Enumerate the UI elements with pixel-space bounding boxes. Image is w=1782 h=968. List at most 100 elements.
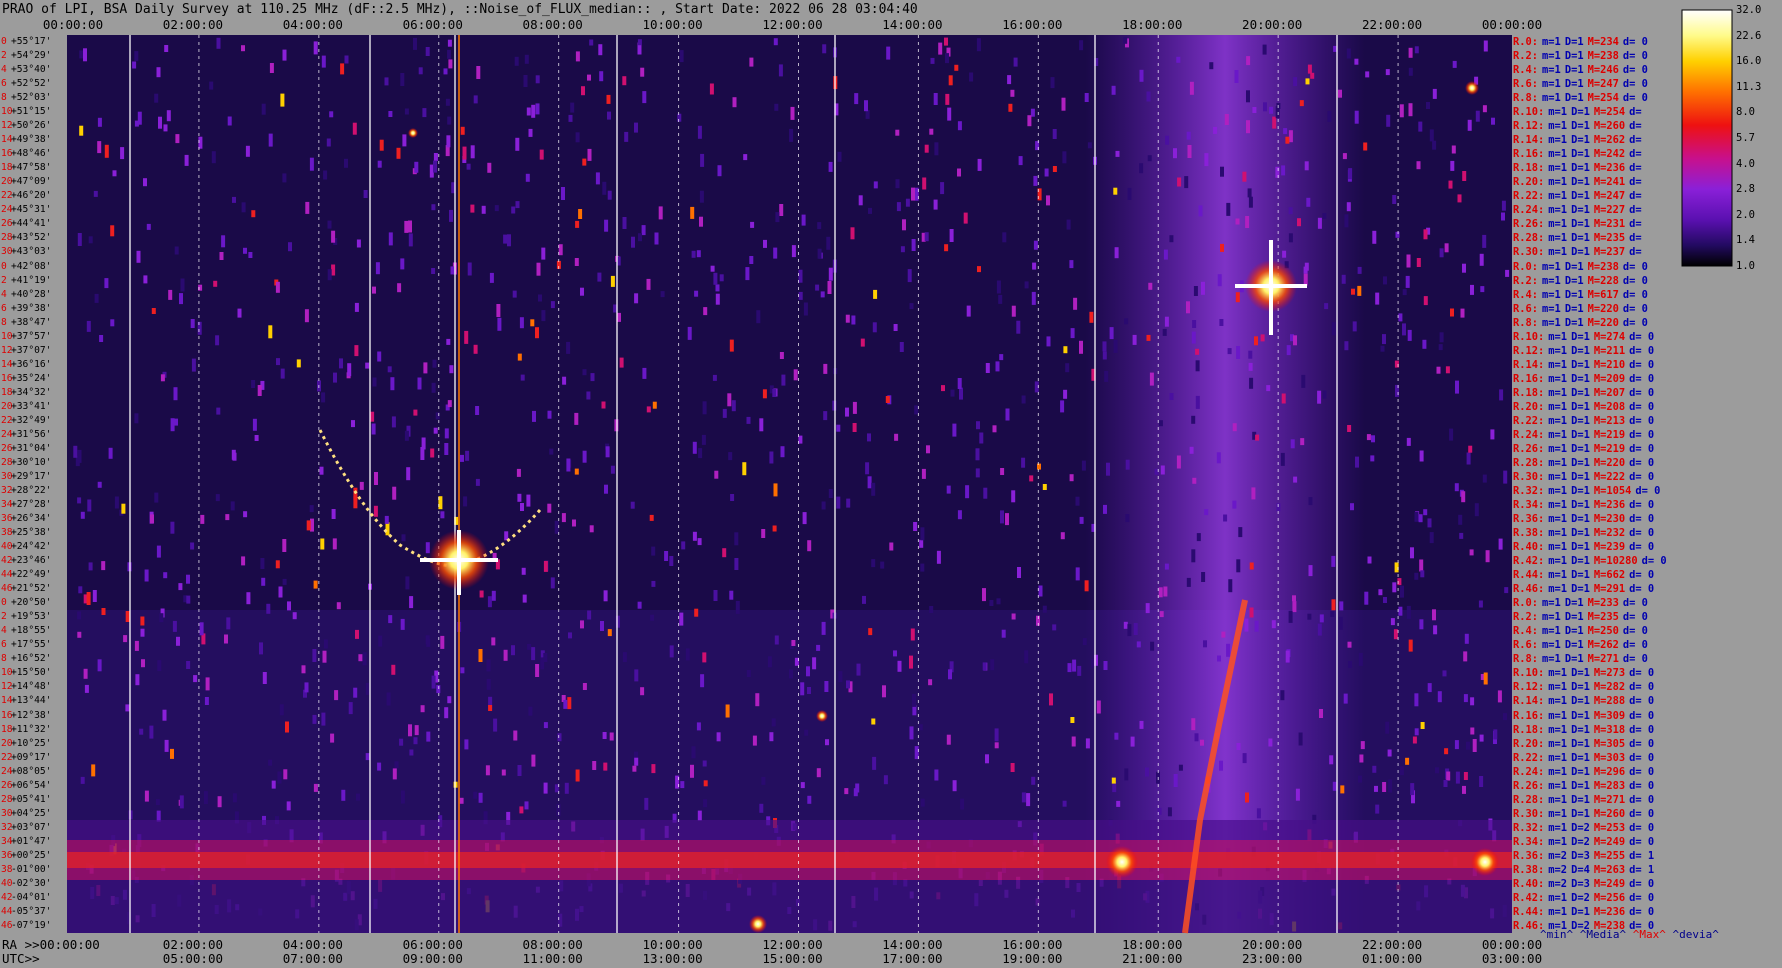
declination-value: -07°19' — [11, 919, 52, 931]
noise-pixel — [631, 236, 635, 248]
noise-pixel — [1026, 793, 1031, 807]
noise-pixel — [162, 709, 167, 721]
stat-r: R.40: — [1513, 877, 1545, 890]
declination-value: -04°01' — [11, 891, 52, 903]
noise-pixel — [1288, 207, 1293, 215]
stat-dv: d= 0 — [1629, 695, 1655, 708]
declination-value: +45°31' — [11, 204, 52, 216]
noise-pixel — [541, 310, 546, 322]
noise-pixel — [1416, 258, 1421, 267]
noise-pixel — [1498, 538, 1503, 550]
noise-pixel — [1254, 620, 1259, 632]
stat-d: D=1 — [1564, 288, 1584, 301]
noise-pixel — [1162, 328, 1167, 336]
declination-label: 16+12°38' — [1, 709, 52, 721]
noise-pixel — [837, 151, 842, 162]
noise-pixel — [1066, 219, 1071, 230]
stat-dv: d= 0 — [1622, 597, 1648, 610]
noise-pixel — [268, 325, 273, 339]
noise-pixel — [1452, 60, 1457, 68]
declination-label: 34+01°47' — [1, 836, 51, 847]
noise-pixel — [519, 806, 524, 814]
noise-pixel — [1370, 455, 1375, 462]
noise-pixel — [946, 734, 951, 745]
stat-mx: M=262 — [1587, 639, 1619, 652]
noise-pixel — [587, 148, 592, 161]
declination-label: 12+50°26' — [1, 121, 51, 131]
noise-pixel — [391, 416, 396, 428]
noise-pixel — [944, 244, 949, 252]
declination-label: 14+36°16' — [1, 358, 52, 370]
noise-pixel — [460, 454, 464, 462]
stat-mx: M=282 — [1593, 681, 1626, 694]
declination-value: +52°03' — [11, 92, 52, 104]
noise-pixel — [1198, 205, 1203, 217]
stat-dv: d= 0 — [1629, 470, 1655, 483]
noise-pixel — [750, 221, 755, 228]
noise-pixel — [444, 428, 449, 439]
noise-pixel — [543, 782, 548, 794]
stat-r: R.2: — [1513, 274, 1539, 287]
noise-pixel — [1482, 105, 1487, 113]
noise-pixel — [719, 274, 724, 282]
noise-pixel — [860, 338, 865, 347]
noise-pixel — [354, 302, 359, 312]
noise-pixel — [446, 135, 451, 148]
noise-pixel — [1299, 100, 1304, 107]
noise-pixel — [372, 286, 376, 294]
noise-pixel — [413, 37, 417, 50]
colorbar-label: 1.4 — [1736, 234, 1755, 247]
noise-pixel — [321, 712, 326, 726]
colorbar-label: 2.0 — [1736, 208, 1755, 221]
noise-pixel — [691, 250, 696, 258]
declination-value: +12°38' — [11, 709, 52, 721]
noise-pixel — [431, 675, 436, 689]
noise-pixel — [1358, 652, 1363, 666]
noise-pixel — [320, 538, 325, 550]
noise-pixel — [619, 357, 624, 368]
noise-pixel — [1364, 591, 1369, 605]
noise-pixel — [1024, 281, 1029, 289]
stat-d: D=1 — [1571, 765, 1590, 778]
noise-pixel — [1249, 562, 1254, 570]
noise-pixel — [231, 449, 236, 460]
noise-pixel — [963, 212, 968, 224]
noise-pixel — [1044, 168, 1049, 177]
stat-d: D=2 — [1571, 891, 1590, 904]
noise-pixel — [893, 324, 898, 331]
noise-pixel — [1052, 166, 1057, 172]
noise-pixel — [649, 514, 654, 521]
noise-pixel — [134, 413, 139, 424]
noise-pixel — [447, 49, 452, 59]
noise-pixel — [1355, 456, 1359, 468]
noise-pixel — [979, 432, 984, 444]
noise-pixel — [1351, 288, 1355, 295]
noise-pixel — [523, 75, 528, 87]
noise-pixel — [404, 108, 409, 115]
noise-pixel — [430, 448, 435, 458]
declination-value: +36°16' — [11, 358, 52, 370]
stat-r: R.38: — [1513, 863, 1545, 876]
noise-pixel — [313, 41, 318, 55]
noise-pixel — [535, 75, 540, 84]
noise-pixel — [154, 492, 159, 503]
noise-pixel — [473, 344, 478, 354]
noise-pixel — [1358, 775, 1362, 783]
noise-pixel — [464, 330, 469, 344]
declination-value: +14°48' — [11, 681, 52, 693]
noise-pixel — [1445, 366, 1450, 374]
stat-r: R.8: — [1513, 92, 1539, 105]
noise-pixel — [1327, 110, 1332, 122]
noise-pixel — [1307, 613, 1312, 620]
noise-pixel — [1052, 624, 1057, 631]
noise-pixel — [280, 368, 285, 379]
stat-mx: M=230 — [1593, 513, 1626, 526]
noise-pixel — [511, 206, 516, 214]
noise-pixel — [344, 158, 348, 168]
noise-pixel — [1479, 776, 1484, 787]
stat-mx: M=249 — [1593, 877, 1626, 890]
noise-pixel — [1427, 683, 1432, 693]
noise-pixel — [514, 56, 519, 66]
stat-m: m=1 — [1548, 372, 1568, 385]
noise-pixel — [447, 696, 452, 704]
